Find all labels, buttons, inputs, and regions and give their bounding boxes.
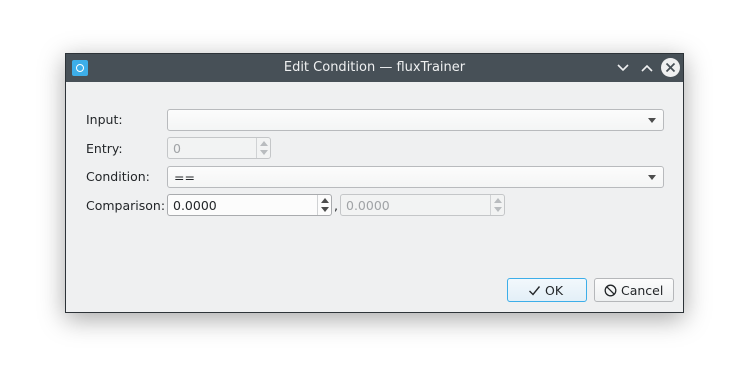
dropdown-arrow-icon <box>648 118 656 123</box>
chevron-down-icon <box>617 64 629 72</box>
entry-spinbox[interactable]: 0 <box>167 137 271 159</box>
maximize-button[interactable] <box>638 59 656 77</box>
condition-label: Condition: <box>86 169 150 184</box>
spin-up-icon[interactable] <box>260 141 268 146</box>
spin-down-icon[interactable] <box>260 150 268 155</box>
cancel-button-label: Cancel <box>621 283 664 298</box>
spin-up-icon[interactable] <box>494 198 502 203</box>
title-bar[interactable]: Edit Condition — fluxTrainer <box>66 54 683 82</box>
minimize-button[interactable] <box>614 59 632 77</box>
dropdown-arrow-icon <box>648 175 656 180</box>
spin-down-icon[interactable] <box>321 207 329 212</box>
dialog-window: Edit Condition — fluxTrainer Input: Entr… <box>65 53 684 313</box>
comparison-label: Comparison: <box>86 198 166 213</box>
chevron-up-icon <box>641 64 653 72</box>
cancel-circle-icon <box>604 284 617 297</box>
comparison-spinbox-value: 0.0000 <box>173 198 217 213</box>
entry-label: Entry: <box>86 141 123 156</box>
input-combobox[interactable] <box>167 109 664 131</box>
ok-button-label: OK <box>545 283 564 298</box>
window-title: Edit Condition — fluxTrainer <box>283 60 466 75</box>
comparison-spinbox-buttons[interactable] <box>317 195 331 215</box>
condition-combobox[interactable]: == <box>167 166 664 188</box>
comparison-spinbox[interactable]: 0.0000 <box>167 194 332 216</box>
close-button[interactable] <box>661 58 680 77</box>
comparison-spinbox-2[interactable]: 0.0000 <box>340 194 505 216</box>
comparison-spinbox-2-buttons[interactable] <box>490 195 504 215</box>
input-label: Input: <box>86 112 123 127</box>
spin-up-icon[interactable] <box>321 198 329 203</box>
ok-button[interactable]: OK <box>507 278 587 302</box>
comparison-separator: , <box>334 198 338 213</box>
entry-spinbox-buttons[interactable] <box>256 138 270 158</box>
entry-spinbox-value: 0 <box>173 141 181 156</box>
cancel-button[interactable]: Cancel <box>594 278 674 302</box>
comparison-spinbox-2-value: 0.0000 <box>346 198 390 213</box>
close-icon <box>665 62 676 73</box>
checkmark-icon <box>529 286 541 296</box>
condition-combobox-value: == <box>174 170 195 185</box>
spin-down-icon[interactable] <box>494 207 502 212</box>
